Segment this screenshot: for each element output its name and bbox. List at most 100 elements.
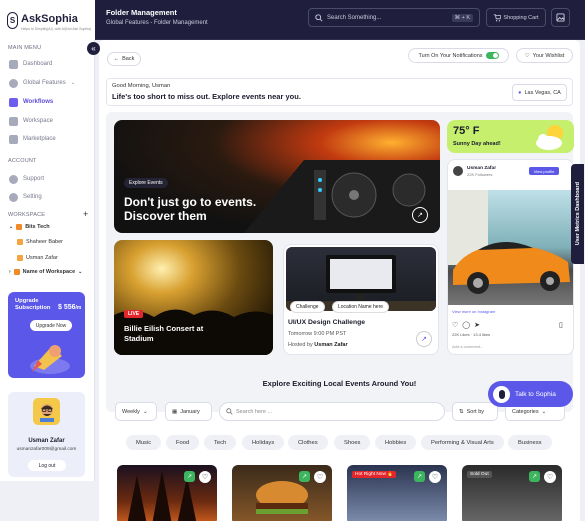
- event-card[interactable]: Sold Out ↗ ♡: [462, 465, 562, 521]
- event-card[interactable]: Hot Right Now 🔥 ↗ ♡: [347, 465, 447, 521]
- chevron-right-icon: ›: [9, 269, 11, 275]
- share-icon[interactable]: ↗: [529, 471, 540, 482]
- add-workspace-icon[interactable]: +: [83, 209, 88, 219]
- page-title: Folder Management: [106, 8, 177, 17]
- workspace-item[interactable]: › Name of Workspace ⌄: [9, 269, 82, 275]
- heart-icon[interactable]: ♡: [314, 471, 326, 483]
- workspace-label: WORKSPACE: [8, 212, 46, 218]
- category-chip[interactable]: Business: [508, 435, 552, 450]
- heart-icon[interactable]: ♡: [429, 471, 441, 483]
- category-chip[interactable]: Tech: [204, 435, 237, 450]
- workspace-item[interactable]: ⌄ Bits Tech: [9, 224, 50, 230]
- toggle-switch[interactable]: [485, 52, 499, 59]
- hero-card[interactable]: Explore Events Don't just go to events. …: [114, 120, 440, 233]
- weather-desc: Sunny Day ahead!: [453, 141, 501, 147]
- category-chip[interactable]: Holidays: [242, 435, 285, 450]
- sidebar-item-workflows[interactable]: Workflows: [9, 96, 53, 108]
- notifications-toggle[interactable]: Turn On Your Notifications: [408, 48, 509, 63]
- profile-card: Usman Zafar usmanzafar009@gmail.com Log …: [8, 392, 85, 477]
- month-select[interactable]: ▦ January: [165, 402, 212, 421]
- workspace-icon: [9, 116, 18, 126]
- hero-open-button[interactable]: ↗: [412, 207, 428, 223]
- share-icon[interactable]: ↗: [184, 471, 195, 482]
- comment-icon[interactable]: ◯: [462, 321, 470, 329]
- heart-icon[interactable]: ♡: [452, 321, 458, 329]
- sidebar-item-dashboard[interactable]: Dashboard: [9, 58, 52, 70]
- sold-out-badge: Sold Out: [467, 471, 492, 478]
- sidebar-item-label: Marketplace: [23, 136, 56, 142]
- category-chip[interactable]: Shoes: [334, 435, 371, 450]
- avatar: [33, 398, 60, 425]
- search-icon: [226, 408, 233, 415]
- talk-to-sophia-button[interactable]: Talk to Sophia: [488, 381, 573, 407]
- category-chip[interactable]: Music: [126, 435, 162, 450]
- logo[interactable]: S AskSophia Helps to Simplify(AI), with …: [0, 0, 95, 40]
- upgrade-now-button[interactable]: Upgrade Now: [30, 320, 72, 331]
- back-button[interactable]: ← Back: [107, 52, 141, 66]
- weather-temp: 75° F: [453, 125, 480, 137]
- share-icon[interactable]: ➤: [474, 321, 480, 329]
- gallery-button[interactable]: [551, 8, 570, 27]
- heart-icon[interactable]: ♡: [199, 471, 211, 483]
- workspace-member[interactable]: Usman Zafar: [17, 255, 58, 261]
- weather-widget: 75° F Sunny Day ahead!: [447, 120, 574, 153]
- category-chip[interactable]: Performing & Visual Arts: [421, 435, 504, 450]
- explore-events-badge: Explore Events: [124, 178, 168, 188]
- category-chip[interactable]: Food: [166, 435, 200, 450]
- sidebar-item-marketplace[interactable]: Marketplace: [9, 133, 56, 145]
- upgrade-price: $ 556/m: [58, 304, 82, 311]
- greeting-bar: Good Morning, Usman Life's too short to …: [106, 78, 573, 106]
- search-input[interactable]: Search Something... ⌘ + K: [308, 8, 480, 27]
- instagram-link[interactable]: View more on Instagram: [452, 309, 495, 314]
- sidebar-item-label: Support: [23, 176, 45, 182]
- rocket-illustration: [30, 345, 70, 374]
- workspace-color-icon: [13, 269, 20, 275]
- logout-button[interactable]: Log out: [28, 460, 66, 471]
- profile-email: usmanzafar009@gmail.com: [16, 447, 77, 452]
- challenge-open-button[interactable]: ↗: [416, 331, 432, 347]
- double-chevron-left-icon: «: [91, 44, 96, 53]
- account-label: ACCOUNT: [8, 158, 37, 164]
- sidebar-item-global-features[interactable]: Global Features ⌄: [9, 77, 75, 89]
- globe-icon: [9, 78, 18, 88]
- cart-icon: [494, 13, 502, 21]
- location-button[interactable]: ● Las Vegas, CA: [512, 84, 567, 101]
- sidebar-item-label: Workflows: [23, 99, 54, 105]
- chevron-down-icon: ⌄: [9, 224, 14, 230]
- search-placeholder: Search Something...: [327, 14, 382, 21]
- workspace-color-icon: [16, 224, 23, 230]
- upgrade-card: Upgrade Subscription $ 556/m Upgrade Now: [8, 292, 85, 378]
- greeting-tagline: Life's too short to miss out. Explore ev…: [112, 92, 301, 101]
- add-comment-input[interactable]: Add a comment...: [452, 344, 483, 349]
- sidebar-item-setting[interactable]: Setting: [9, 191, 42, 203]
- sidebar-item-workspace[interactable]: Workspace: [9, 115, 53, 127]
- category-chip[interactable]: Clothes: [288, 435, 328, 450]
- main-menu-label: MAIN MENU: [8, 45, 42, 51]
- sort-button[interactable]: ⇅ Sort by: [452, 402, 498, 421]
- hero-title: Don't just go to events. Discover them: [124, 195, 257, 223]
- sidebar-item-label: Workspace: [23, 118, 53, 124]
- view-profile-button[interactable]: View profile: [529, 167, 559, 175]
- workspace-label-text: Name of Workspace: [22, 269, 76, 275]
- share-icon[interactable]: ↗: [414, 471, 425, 482]
- wishlist-button[interactable]: ♡ Your Wishlist: [516, 48, 573, 63]
- bookmark-icon[interactable]: ▯: [559, 321, 563, 329]
- category-chip[interactable]: Hobbies: [375, 435, 417, 450]
- event-card[interactable]: ↗ ♡: [232, 465, 332, 521]
- avatar-icon: [39, 403, 54, 422]
- share-icon[interactable]: ↗: [299, 471, 310, 482]
- period-select[interactable]: Weekly ⌄: [115, 402, 157, 421]
- event-search-input[interactable]: Search here ...: [219, 402, 445, 421]
- sidebar-item-support[interactable]: Support: [9, 173, 44, 185]
- live-event-card[interactable]: LIVE Billie Eilish Consert at Stadium: [114, 240, 273, 355]
- user-metrics-tab[interactable]: User Metrics Dashboard: [571, 164, 584, 264]
- workspace-member[interactable]: Shaheer Baber: [17, 239, 63, 245]
- challenge-card[interactable]: Challenge Location Name here UI/UX Desig…: [283, 244, 439, 355]
- heart-icon[interactable]: ♡: [544, 471, 556, 483]
- sophia-avatar-icon: [493, 385, 510, 403]
- event-card[interactable]: ↗ ♡: [117, 465, 217, 521]
- shopping-cart-button[interactable]: Shopping Cart: [486, 8, 546, 27]
- collapse-sidebar-button[interactable]: «: [87, 42, 100, 55]
- sidebar-item-label: Dashboard: [23, 61, 53, 67]
- top-bar: S AskSophia Helps to Simplify(AI), with …: [0, 0, 585, 40]
